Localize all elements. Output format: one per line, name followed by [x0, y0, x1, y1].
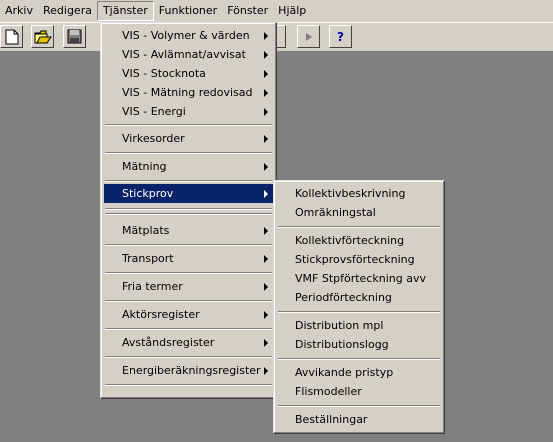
menu-separator	[105, 152, 272, 154]
submenu-arrow-icon	[264, 135, 268, 143]
submenu-arrow-icon	[264, 70, 268, 78]
menu-item-matning[interactable]: Mätning	[104, 157, 274, 176]
menu-item-matplats[interactable]: Mätplats	[104, 221, 274, 240]
submenu-arrow-icon	[264, 227, 268, 235]
submenu-item-distributionslogg[interactable]: Distributionslogg	[277, 335, 442, 354]
submenu-arrow-icon	[264, 367, 268, 375]
next-button[interactable]	[297, 25, 320, 48]
submenu-item-distribution-mpl[interactable]: Distribution mpl	[277, 316, 442, 335]
menu-item-vis-matning[interactable]: VIS - Mätning redovisad	[104, 83, 274, 102]
submenu-arrow-icon	[264, 339, 268, 347]
menu-item-fria-termer[interactable]: Fria termer	[104, 277, 274, 296]
submenu-arrow-icon	[264, 311, 268, 319]
submenu-arrow-icon	[264, 163, 268, 171]
submenu-item-bestallningar[interactable]: Beställningar	[277, 410, 442, 429]
menu-separator	[278, 405, 440, 407]
submenu-arrow-icon	[264, 89, 268, 97]
menu-separator	[105, 272, 272, 274]
menu-item-vis-avlamnat[interactable]: VIS - Avlämnat/avvisat	[104, 45, 274, 64]
menu-separator	[278, 358, 440, 360]
menu-item-aktorsregister[interactable]: Aktörsregister	[104, 305, 274, 324]
submenu-item-periodforteckning[interactable]: Periodförteckning	[277, 288, 442, 307]
new-document-icon	[5, 29, 18, 44]
submenu-arrow-icon	[264, 283, 268, 291]
menu-separator	[105, 300, 272, 302]
submenu-item-kollektivforteckning[interactable]: Kollektivförteckning	[277, 231, 442, 250]
menu-fonster[interactable]: Fönster	[222, 1, 273, 21]
menu-separator	[105, 124, 272, 126]
menu-separator	[105, 244, 272, 246]
save-disk-icon	[67, 29, 82, 44]
save-button[interactable]	[63, 25, 86, 48]
submenu-arrow-icon	[264, 108, 268, 116]
help-question-icon: ?	[337, 29, 344, 44]
menu-funktioner[interactable]: Funktioner	[154, 1, 222, 21]
menu-item-vis-stocknota[interactable]: VIS - Stocknota	[104, 64, 274, 83]
menu-separator	[105, 208, 272, 210]
menu-separator	[105, 328, 272, 330]
help-button[interactable]: ?	[329, 25, 352, 48]
menu-hjalp[interactable]: Hjälp	[273, 1, 311, 21]
menu-item-vis-volymer[interactable]: VIS - Volymer & värden	[104, 26, 274, 45]
menu-item-energiberakningsregister[interactable]: Energiberäkningsregister	[104, 361, 274, 380]
submenu-item-kollektivbeskrivning[interactable]: Kollektivbeskrivning	[277, 184, 442, 203]
menu-redigera[interactable]: Redigera	[38, 1, 97, 21]
submenu-item-avvikande-pristyp[interactable]: Avvikande pristyp	[277, 363, 442, 382]
new-document-button[interactable]	[0, 25, 23, 48]
menu-bar: Arkiv Redigera Tjänster Funktioner Fönst…	[0, 0, 553, 23]
stickprov-submenu: Kollektivbeskrivning Omräkningstal Kolle…	[273, 180, 445, 434]
menu-separator	[105, 180, 272, 182]
submenu-arrow-icon	[264, 51, 268, 59]
menu-item-stickprov[interactable]: Stickprov	[104, 184, 274, 203]
submenu-item-flismodeller[interactable]: Flismodeller	[277, 382, 442, 401]
submenu-arrow-icon	[264, 255, 268, 263]
menu-tjanster[interactable]: Tjänster	[96, 1, 154, 21]
menu-item-avstandsregister[interactable]: Avståndsregister	[104, 333, 274, 352]
submenu-item-stickprovsforteckning[interactable]: Stickprovsförteckning	[277, 250, 442, 269]
menu-item-transport[interactable]: Transport	[104, 249, 274, 268]
menu-arkiv[interactable]: Arkiv	[0, 1, 38, 21]
submenu-arrow-icon	[264, 190, 268, 198]
menu-separator	[105, 356, 272, 358]
menu-separator	[278, 226, 440, 228]
menu-item-vis-energi[interactable]: VIS - Energi	[104, 102, 274, 121]
menu-separator	[105, 384, 272, 386]
menu-item-virkesorder[interactable]: Virkesorder	[104, 129, 274, 148]
tjanster-menu: VIS - Volymer & värden VIS - Avlämnat/av…	[100, 22, 277, 399]
menu-separator	[278, 311, 440, 313]
open-folder-button[interactable]	[31, 25, 54, 48]
menu-separator	[105, 213, 272, 215]
submenu-arrow-icon	[264, 32, 268, 40]
submenu-item-vmf-stpforteckning-avv[interactable]: VMF Stpförteckning avv	[277, 269, 442, 288]
submenu-item-omrakningstal[interactable]: Omräkningstal	[277, 203, 442, 222]
play-arrow-icon	[305, 32, 312, 41]
open-folder-icon	[34, 30, 52, 43]
